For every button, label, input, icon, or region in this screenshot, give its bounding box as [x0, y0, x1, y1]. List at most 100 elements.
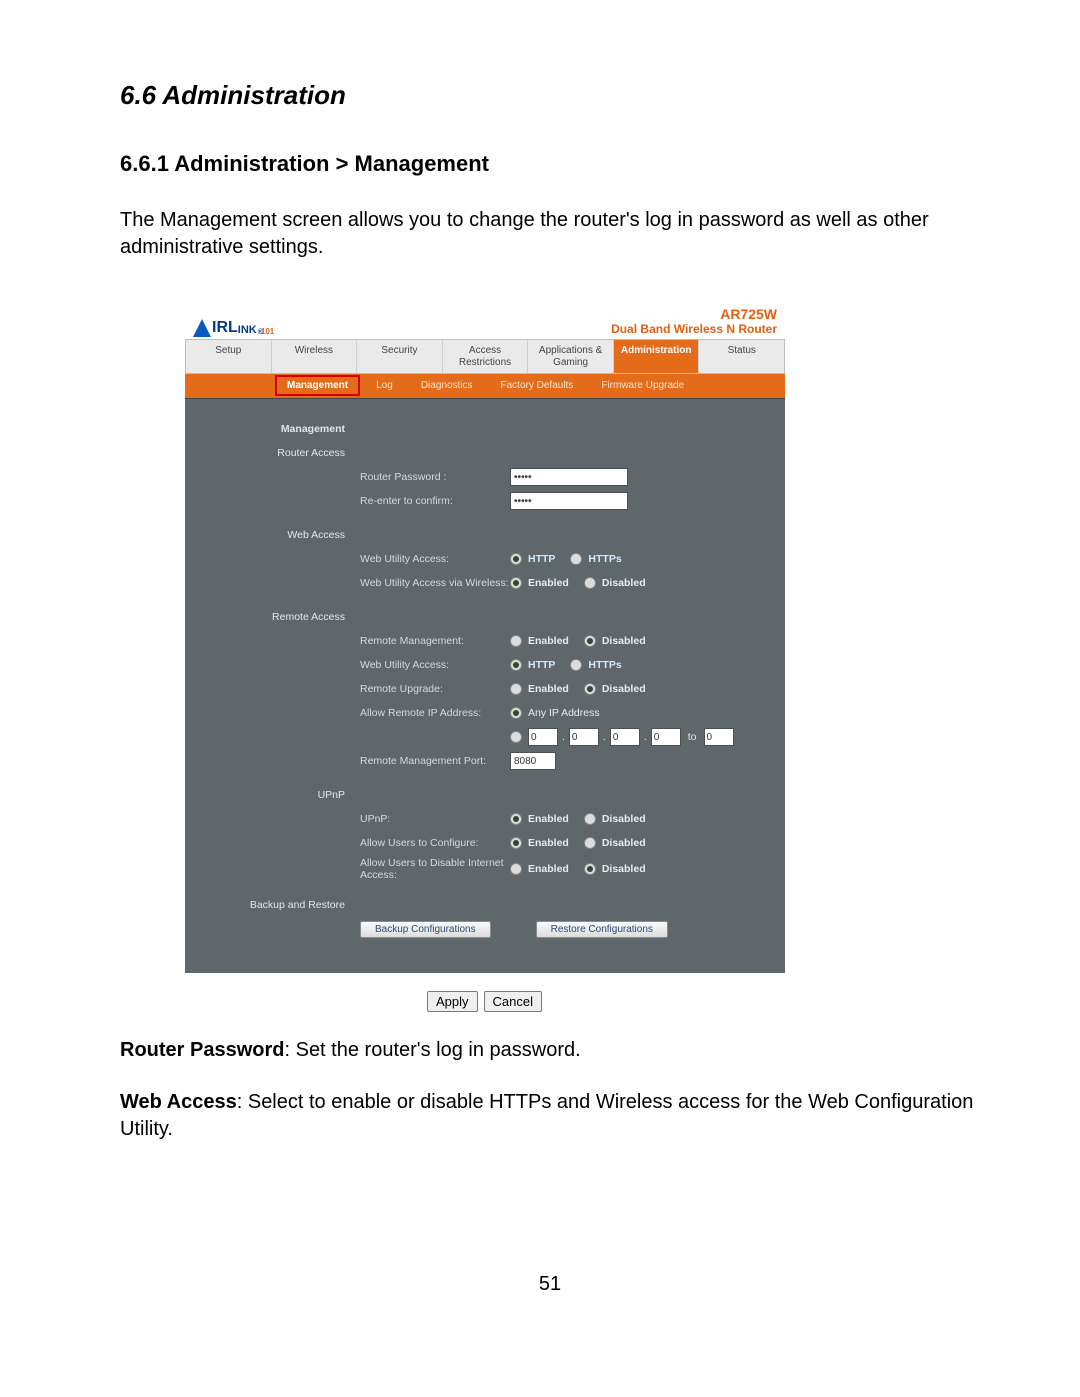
label-remote-management: Remote Management:: [360, 635, 510, 647]
label-allow-remote-ip: Allow Remote IP Address:: [360, 707, 510, 719]
tab-administration[interactable]: Administration: [614, 340, 700, 373]
logo-text-mid: INK: [238, 325, 257, 336]
settings-panel: Management Router Access Router Password…: [185, 398, 785, 973]
tab-setup[interactable]: Setup: [186, 340, 272, 373]
option-enabled: Enabled: [528, 577, 569, 589]
section-remote-access: Remote Access: [200, 611, 360, 623]
logo-text-prefix: IRL: [212, 320, 238, 336]
section-heading: 6.6 Administration: [120, 80, 980, 111]
model-tagline: Dual Band Wireless N Router: [611, 322, 777, 336]
label-router-password: Router Password :: [360, 471, 510, 483]
tab-status[interactable]: Status: [699, 340, 784, 373]
ip-to-label: to: [688, 731, 697, 743]
option-enabled: Enabled: [528, 635, 569, 647]
ip-dot: .: [562, 731, 565, 743]
confirm-password-input[interactable]: [510, 492, 628, 510]
radio-wireless-enabled[interactable]: [510, 577, 522, 589]
tab-security[interactable]: Security: [357, 340, 443, 373]
label-reenter: Re-enter to confirm:: [360, 495, 510, 507]
radio-any-ip[interactable]: [510, 707, 522, 719]
sub-tab-bar: Management Log Diagnostics Factory Defau…: [185, 374, 785, 398]
option-disabled: Disabled: [602, 837, 646, 849]
radio-remote-https[interactable]: [570, 659, 582, 671]
subtab-log[interactable]: Log: [364, 375, 405, 396]
radio-dis-enabled[interactable]: [510, 863, 522, 875]
label-remote-mgmt-port: Remote Management Port:: [360, 755, 510, 767]
desc-web-access-label: Web Access: [120, 1091, 237, 1113]
brand-logo: IRLINK® 101: [193, 318, 274, 336]
radio-rm-enabled[interactable]: [510, 635, 522, 647]
subtab-factory-defaults[interactable]: Factory Defaults: [489, 375, 586, 396]
option-enabled: Enabled: [528, 837, 569, 849]
section-management: Management: [200, 423, 360, 435]
radio-https[interactable]: [570, 553, 582, 565]
option-disabled: Disabled: [602, 813, 646, 825]
ip-octet-2[interactable]: [569, 728, 599, 746]
subtab-diagnostics[interactable]: Diagnostics: [409, 375, 485, 396]
page-number: 51: [120, 1273, 980, 1296]
label-remote-web-utility: Web Utility Access:: [360, 659, 510, 671]
label-web-utility-via-wireless: Web Utility Access via Wireless:: [360, 577, 510, 589]
ip-octet-4[interactable]: [651, 728, 681, 746]
radio-specific-ip[interactable]: [510, 731, 522, 743]
label-remote-upgrade: Remote Upgrade:: [360, 683, 510, 695]
cancel-button[interactable]: Cancel: [484, 991, 542, 1012]
subsection-heading: 6.6.1 Administration > Management: [120, 151, 980, 177]
ip-dot: .: [603, 731, 606, 743]
remote-mgmt-port-input[interactable]: [510, 752, 556, 770]
radio-upnp-disabled[interactable]: [584, 813, 596, 825]
section-router-access: Router Access: [200, 447, 360, 459]
backup-configurations-button[interactable]: Backup Configurations: [360, 921, 491, 938]
subtab-management[interactable]: Management: [275, 375, 360, 396]
radio-rm-disabled[interactable]: [584, 635, 596, 647]
ip-dot: .: [644, 731, 647, 743]
option-enabled: Enabled: [528, 863, 569, 875]
option-disabled: Disabled: [602, 577, 646, 589]
intro-paragraph: The Management screen allows you to chan…: [120, 207, 980, 261]
radio-upnp-enabled[interactable]: [510, 813, 522, 825]
radio-ru-disabled[interactable]: [584, 683, 596, 695]
radio-ru-enabled[interactable]: [510, 683, 522, 695]
label-web-utility-access: Web Utility Access:: [360, 553, 510, 565]
radio-cfg-enabled[interactable]: [510, 837, 522, 849]
ip-octet-1[interactable]: [528, 728, 558, 746]
option-https: HTTPs: [588, 659, 621, 671]
tab-access-restrictions[interactable]: Access Restrictions: [443, 340, 529, 373]
restore-configurations-button[interactable]: Restore Configurations: [536, 921, 668, 938]
option-disabled: Disabled: [602, 863, 646, 875]
tab-applications-gaming[interactable]: Applications & Gaming: [528, 340, 614, 373]
option-enabled: Enabled: [528, 683, 569, 695]
logo-101: 101: [261, 328, 274, 336]
ip-octet-end[interactable]: [704, 728, 734, 746]
radio-wireless-disabled[interactable]: [584, 577, 596, 589]
radio-dis-disabled[interactable]: [584, 863, 596, 875]
desc-web-access-text: : Select to enable or disable HTTPs and …: [120, 1091, 973, 1140]
ip-octet-3[interactable]: [610, 728, 640, 746]
subtab-firmware-upgrade[interactable]: Firmware Upgrade: [589, 375, 696, 396]
label-upnp: UPnP:: [360, 813, 510, 825]
label-allow-users-configure: Allow Users to Configure:: [360, 837, 510, 849]
radio-http[interactable]: [510, 553, 522, 565]
footer-buttons: Apply Cancel: [185, 973, 785, 1012]
radio-cfg-disabled[interactable]: [584, 837, 596, 849]
option-disabled: Disabled: [602, 635, 646, 647]
radio-remote-http[interactable]: [510, 659, 522, 671]
main-tab-bar: Setup Wireless Security Access Restricti…: [185, 339, 785, 374]
desc-router-password-text: : Set the router's log in password.: [284, 1039, 580, 1061]
model-number: AR725W: [611, 306, 777, 322]
desc-router-password-label: Router Password: [120, 1039, 284, 1061]
section-backup-restore: Backup and Restore: [200, 899, 360, 911]
tab-wireless[interactable]: Wireless: [272, 340, 358, 373]
model-block: AR725W Dual Band Wireless N Router: [611, 306, 777, 336]
router-password-input[interactable]: [510, 468, 628, 486]
apply-button[interactable]: Apply: [427, 991, 478, 1012]
option-disabled: Disabled: [602, 683, 646, 695]
desc-web-access: Web Access: Select to enable or disable …: [120, 1089, 980, 1143]
option-any-ip: Any IP Address: [528, 707, 600, 719]
option-http: HTTP: [528, 659, 555, 671]
option-https: HTTPs: [588, 553, 621, 565]
section-web-access: Web Access: [200, 529, 360, 541]
label-allow-users-disable-internet: Allow Users to Disable Internet Access:: [360, 857, 510, 881]
option-http: HTTP: [528, 553, 555, 565]
router-screenshot: IRLINK® 101 AR725W Dual Band Wireless N …: [185, 301, 785, 1012]
